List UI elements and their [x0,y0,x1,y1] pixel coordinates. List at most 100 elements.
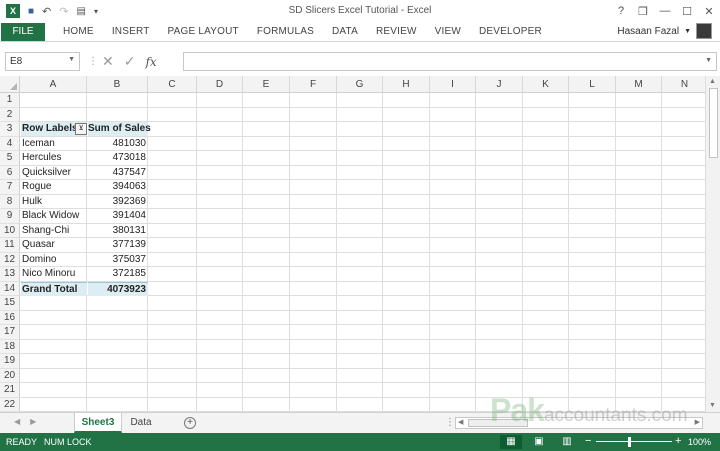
column-header-a[interactable]: A [20,76,87,93]
pivot-row-value[interactable]: 375037 [88,253,148,267]
customize-qat-icon[interactable]: ▾ [94,7,98,16]
column-header-b[interactable]: B [87,76,148,93]
tab-developer[interactable]: DEVELOPER [479,26,542,37]
pivot-row-label[interactable]: Black Widow [21,209,87,223]
worksheet-grid[interactable]: A B C D E F G H I J K L M N 1 2 3 4 5 6 7 8 9 10 11 12 13 14 15 16 17 1… [0,76,705,412]
undo-icon[interactable]: ↶ [42,5,51,18]
pivot-grand-total-value[interactable]: 4073923 [88,281,148,296]
pivot-row-label[interactable]: Domino [21,253,87,267]
column-header-n[interactable]: N [662,76,705,93]
row-header-21[interactable]: 21 [0,383,20,398]
chevron-down-icon[interactable]: ▼ [68,56,75,63]
pivot-row-value[interactable]: 394063 [88,180,148,194]
tab-review[interactable]: REVIEW [376,26,417,37]
scroll-left-icon[interactable]: ◀ [458,418,463,426]
column-header-d[interactable]: D [197,76,243,93]
vertical-scrollbar[interactable]: ▲ ▼ [705,76,720,412]
row-header-2[interactable]: 2 [0,107,20,122]
column-header-h[interactable]: H [383,76,430,93]
pivot-row-label[interactable]: Iceman [21,137,87,151]
formula-input[interactable]: ▼ [183,52,717,71]
scroll-down-icon[interactable]: ▼ [709,402,716,409]
pivot-row-label[interactable]: Quasar [21,238,87,252]
row-header-15[interactable]: 15 [0,296,20,311]
minimize-icon[interactable]: — [654,5,676,17]
normal-view-icon[interactable]: ▦ [500,435,522,449]
close-icon[interactable]: ✕ [698,5,720,18]
pivot-row-label[interactable]: Rogue [21,180,87,194]
row-header-22[interactable]: 22 [0,397,20,412]
row-header-7[interactable]: 7 [0,180,20,195]
tab-view[interactable]: VIEW [435,26,461,37]
pivot-row-value[interactable]: 377139 [88,238,148,252]
save-icon[interactable]: ■ [28,6,34,17]
name-box[interactable]: E8 ▼ [5,52,80,71]
cancel-icon[interactable]: ✕ [102,53,114,70]
user-account[interactable]: Hasaan Fazal ▼ [617,23,712,39]
row-header-11[interactable]: 11 [0,238,20,253]
tab-data[interactable]: DATA [332,26,358,37]
pivot-grand-total-label[interactable]: Grand Total [21,281,87,296]
redo-icon[interactable]: ↷ [59,5,68,18]
column-header-e[interactable]: E [243,76,290,93]
select-all-corner[interactable] [0,76,20,93]
vertical-scroll-thumb[interactable] [709,88,718,158]
zoom-level[interactable]: 100% [688,437,711,447]
row-header-6[interactable]: 6 [0,165,20,180]
row-header-10[interactable]: 10 [0,223,20,238]
row-header-1[interactable]: 1 [0,93,20,108]
sheet-tab-data[interactable]: Data [122,413,160,433]
ribbon-display-icon[interactable]: ❐ [632,5,654,18]
sheet-nav-arrows-icon[interactable]: ◀▶ [14,417,46,426]
pivot-row-value[interactable]: 437547 [88,166,148,180]
pivot-row-label[interactable]: Hulk [21,195,87,209]
column-header-m[interactable]: M [616,76,662,93]
column-header-g[interactable]: G [337,76,383,93]
row-header-12[interactable]: 12 [0,252,20,267]
insert-function-icon[interactable]: fx [145,55,156,69]
pivot-row-value[interactable]: 473018 [88,151,148,165]
pivot-row-value[interactable]: 380131 [88,224,148,238]
page-break-preview-icon[interactable]: ▥ [556,435,578,449]
column-header-i[interactable]: I [430,76,476,93]
column-header-f[interactable]: F [290,76,337,93]
expand-formula-bar-icon[interactable]: ▼ [705,57,712,64]
help-icon[interactable]: ? [610,5,632,17]
zoom-out-icon[interactable]: − [585,435,591,447]
page-layout-view-icon[interactable]: ▣ [528,435,550,449]
tab-home[interactable]: HOME [63,26,94,37]
tab-file[interactable]: FILE [1,22,45,41]
pivot-row-value[interactable]: 391404 [88,209,148,223]
filter-dropdown-icon[interactable]: ⊻ [75,123,87,135]
row-header-9[interactable]: 9 [0,209,20,224]
zoom-slider[interactable] [596,441,672,442]
row-header-14[interactable]: 14 [0,281,20,296]
column-header-k[interactable]: K [523,76,569,93]
zoom-in-icon[interactable]: + [675,435,681,447]
horizontal-scrollbar[interactable]: ◀ ▶ [455,417,703,429]
tab-insert[interactable]: INSERT [112,26,150,37]
scroll-up-icon[interactable]: ▲ [709,78,716,85]
horizontal-scroll-thumb[interactable] [468,419,528,427]
print-preview-icon[interactable]: ▤ [76,6,85,17]
pivot-row-label[interactable]: Nico Minoru [21,267,87,281]
pivot-row-value[interactable]: 392369 [88,195,148,209]
row-header-3[interactable]: 3 [0,122,20,137]
column-header-l[interactable]: L [569,76,616,93]
pivot-row-label[interactable]: Shang-Chi [21,224,87,238]
maximize-icon[interactable]: ☐ [676,5,698,18]
pivot-row-value[interactable]: 481030 [88,137,148,151]
pivot-row-value[interactable]: 372185 [88,267,148,281]
row-header-5[interactable]: 5 [0,151,20,166]
row-header-17[interactable]: 17 [0,325,20,340]
column-header-c[interactable]: C [148,76,197,93]
row-header-19[interactable]: 19 [0,354,20,369]
add-sheet-icon[interactable]: + [184,417,196,429]
pivot-row-label[interactable]: Quicksilver [21,166,87,180]
zoom-slider-thumb[interactable] [628,437,631,447]
row-header-8[interactable]: 8 [0,194,20,209]
row-header-18[interactable]: 18 [0,339,20,354]
pivot-header-sum-of-sales[interactable]: Sum of Sales [88,122,151,136]
row-header-13[interactable]: 13 [0,267,20,282]
row-header-16[interactable]: 16 [0,310,20,325]
